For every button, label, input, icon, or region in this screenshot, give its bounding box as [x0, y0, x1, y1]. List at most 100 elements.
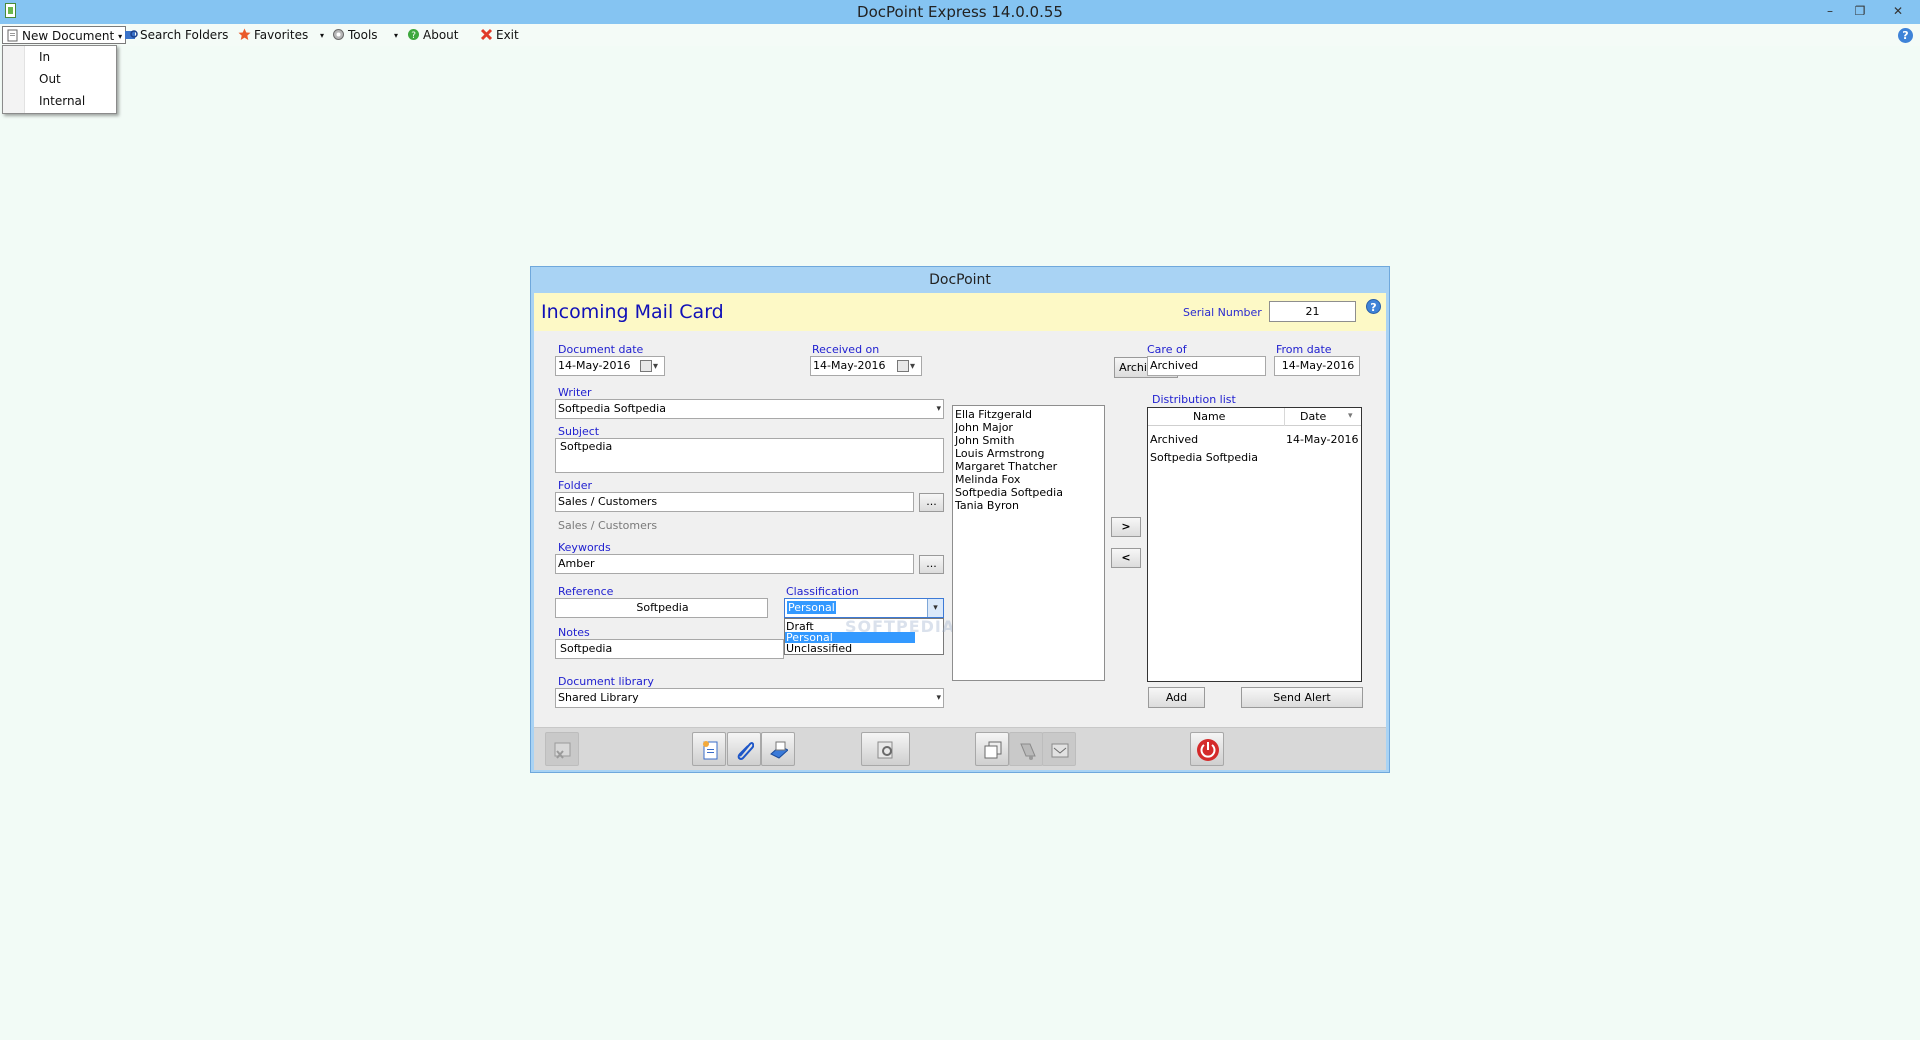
chevron-down-icon: ▾	[936, 404, 941, 414]
list-item[interactable]: Louis Armstrong	[955, 447, 1045, 460]
watermark-text: SOFTPEDIA	[845, 617, 956, 636]
tools-label: Tools	[348, 28, 378, 42]
favorites-menu[interactable]: Favorites	[238, 26, 308, 44]
copy-button[interactable]	[975, 732, 1009, 766]
email-button[interactable]	[1042, 732, 1076, 766]
help-icon[interactable]: ?	[1898, 28, 1913, 43]
classification-value: Personal	[787, 601, 836, 614]
preview-icon	[877, 741, 893, 759]
distribution-name: Softpedia Softpedia	[1150, 451, 1258, 464]
scan-icon	[770, 741, 788, 759]
list-item[interactable]: John Major	[955, 421, 1013, 434]
menu-item-in[interactable]: In	[39, 50, 50, 64]
close-button[interactable]: ✕	[1885, 1, 1911, 21]
menu-item-out[interactable]: Out	[39, 72, 61, 86]
subject-textarea[interactable]: Softpedia	[555, 438, 944, 473]
broadcast-button[interactable]	[1009, 732, 1043, 766]
new-document-label: New Document	[22, 29, 115, 43]
move-left-button[interactable]: <	[1111, 548, 1141, 568]
chevron-down-icon: ▾	[936, 693, 941, 703]
about-icon: ?	[407, 28, 420, 41]
serial-number-field[interactable]: 21	[1269, 301, 1356, 322]
table-row[interactable]: Softpedia Softpedia	[1150, 451, 1258, 464]
help-icon[interactable]: ?	[1366, 299, 1381, 314]
email-icon	[1051, 743, 1069, 758]
from-date-label: From date	[1276, 343, 1332, 356]
list-item[interactable]: Ella Fitzgerald	[955, 408, 1032, 421]
received-on-picker[interactable]: 14-May-2016	[810, 356, 922, 376]
distribution-name: Archived	[1150, 433, 1199, 446]
power-icon	[1197, 739, 1219, 761]
bottom-toolbar	[534, 727, 1386, 770]
distribution-list-header: Name Date ▾	[1148, 408, 1361, 426]
about-label: About	[423, 28, 459, 42]
folder-field[interactable]: Sales / Customers	[555, 492, 914, 512]
exit-icon	[480, 28, 493, 41]
dialog-body: Incoming Mail Card Serial Number 21 ? Do…	[534, 293, 1386, 770]
exit-menu[interactable]: Exit	[480, 26, 519, 44]
docpoint-dialog: DocPoint Incoming Mail Card Serial Numbe…	[530, 266, 1390, 773]
serial-number-label: Serial Number	[1183, 306, 1262, 319]
add-button[interactable]: Add	[1148, 687, 1205, 708]
document-library-select[interactable]: Shared Library ▾	[555, 688, 944, 708]
from-date-field[interactable]: 14-May-2016	[1274, 356, 1360, 376]
tools-dropdown-arrow[interactable]: ▾	[390, 26, 398, 44]
chevron-down-icon: ▾	[320, 31, 325, 40]
table-row[interactable]: Archived	[1150, 433, 1198, 446]
document-date-label: Document date	[558, 343, 644, 356]
menu-item-internal[interactable]: Internal	[39, 94, 85, 108]
restore-button[interactable]: ❐	[1847, 1, 1873, 21]
column-header-name[interactable]: Name	[1193, 410, 1225, 423]
writer-select[interactable]: Softpedia Softpedia ▾	[555, 399, 944, 419]
chevron-down-icon[interactable]: ▾	[927, 599, 943, 617]
delete-card-button[interactable]	[545, 732, 579, 766]
search-folders-icon	[124, 28, 138, 41]
recipients-list[interactable]: Ella Fitzgerald John Major John Smith Lo…	[952, 405, 1105, 681]
folder-label: Folder	[558, 479, 592, 492]
list-item[interactable]: John Smith	[955, 434, 1014, 447]
distribution-date: 14-May-2016	[1286, 433, 1359, 446]
send-alert-button[interactable]: Send Alert	[1241, 687, 1363, 708]
list-item[interactable]: Tania Byron	[955, 499, 1019, 512]
keywords-label: Keywords	[558, 541, 611, 554]
move-right-button[interactable]: >	[1111, 517, 1141, 537]
column-header-date[interactable]: Date	[1300, 410, 1326, 423]
document-date-picker[interactable]: 14-May-2016	[555, 356, 665, 376]
svg-text:?: ?	[411, 31, 416, 41]
folder-browse-button[interactable]: ...	[919, 493, 944, 512]
classification-select[interactable]: Personal ▾	[784, 598, 944, 618]
delete-card-icon	[554, 742, 571, 759]
new-document-dropdown: In Out Internal	[2, 45, 117, 114]
minimize-button[interactable]: –	[1817, 1, 1843, 21]
calendar-icon[interactable]	[897, 358, 919, 375]
new-document-menu[interactable]: New Document ▾	[2, 26, 127, 44]
keywords-field[interactable]: Amber	[555, 554, 914, 574]
received-on-label: Received on	[812, 343, 880, 356]
keywords-browse-button[interactable]: ...	[919, 555, 944, 574]
about-menu[interactable]: ? About	[407, 26, 458, 44]
calendar-icon[interactable]	[640, 358, 662, 375]
care-of-label: Care of	[1147, 343, 1187, 356]
attach-button[interactable]	[727, 732, 761, 766]
new-document-button[interactable]	[692, 732, 726, 766]
option-unclassified[interactable]: Unclassified	[785, 643, 915, 654]
close-card-button[interactable]	[1190, 732, 1224, 766]
received-on-value: 14-May-2016	[813, 359, 886, 372]
tools-menu[interactable]: Tools	[332, 26, 378, 44]
card-title: Incoming Mail Card	[541, 301, 724, 323]
list-item[interactable]: Softpedia Softpedia	[955, 486, 1063, 499]
distribution-list[interactable]: Name Date ▾ Archived 14-May-2016 Softped…	[1147, 407, 1362, 682]
window-titlebar: DocPoint Express 14.0.0.55 – ❐ ✕	[0, 0, 1920, 24]
notes-field[interactable]: Softpedia	[555, 639, 784, 659]
copy-icon	[984, 741, 1002, 759]
reference-field[interactable]: Softpedia	[555, 598, 768, 618]
list-item[interactable]: Melinda Fox	[955, 473, 1020, 486]
search-folders-menu[interactable]: Search Folders	[124, 26, 228, 44]
list-item[interactable]: Margaret Thatcher	[955, 460, 1057, 473]
attach-icon	[737, 742, 754, 760]
care-of-field[interactable]: Archived	[1147, 356, 1266, 376]
favorites-dropdown-arrow[interactable]: ▾	[316, 26, 324, 44]
preview-button[interactable]	[861, 732, 910, 766]
favorites-label: Favorites	[254, 28, 309, 42]
scan-button[interactable]	[761, 732, 795, 766]
